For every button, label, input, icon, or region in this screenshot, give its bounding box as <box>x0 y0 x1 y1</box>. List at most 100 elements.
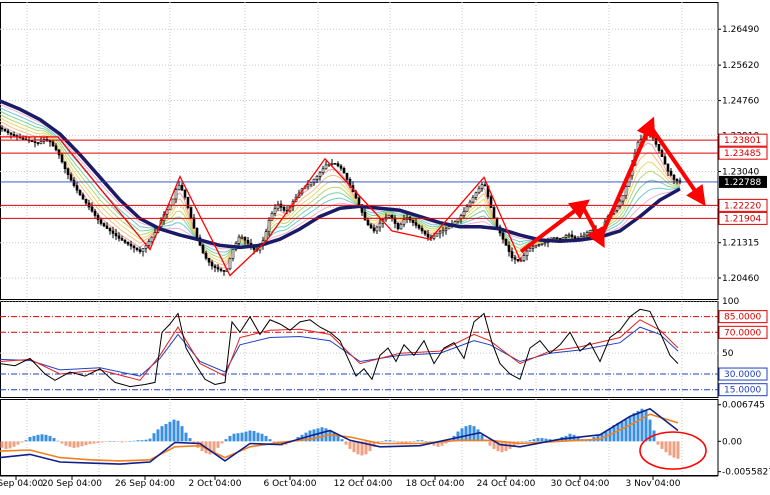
candle-body <box>33 141 37 143</box>
chart-canvas[interactable]: 1.264901.256201.247601.239101.230401.221… <box>0 0 770 495</box>
candle-body <box>123 240 127 243</box>
candle-body <box>30 140 34 143</box>
osc-bar <box>632 413 636 442</box>
candle-body <box>282 206 286 211</box>
candle-body <box>126 241 130 245</box>
osc-bar <box>84 441 88 446</box>
candle-body <box>369 224 373 229</box>
candle-body <box>84 198 88 204</box>
candle-body <box>183 190 187 198</box>
candle-body <box>444 228 448 231</box>
osc-tick-label-0: 0.006745 <box>722 401 765 411</box>
osc-bar <box>40 434 44 442</box>
candle-body <box>237 236 241 244</box>
osc-bar <box>128 441 132 442</box>
x-tick-label-8: 30 Oct 04:00 <box>551 479 610 489</box>
osc-bar <box>264 435 268 442</box>
candle-body <box>552 237 556 239</box>
osc-bar <box>0 441 4 448</box>
candle-body <box>435 233 439 237</box>
candle-body <box>402 219 406 225</box>
osc-bar <box>460 428 464 442</box>
candle-body <box>63 161 67 170</box>
candle-body <box>108 228 112 232</box>
osc-bar <box>36 434 40 442</box>
osc-bar <box>20 441 24 443</box>
candle-body <box>432 235 436 239</box>
candle-body <box>114 233 118 237</box>
candle-body <box>240 236 244 239</box>
osc-bar <box>80 441 84 447</box>
osc-bar <box>56 440 60 442</box>
osc-bar <box>260 433 264 442</box>
candle-body <box>579 236 583 239</box>
candle-body <box>120 238 124 241</box>
osc-bar <box>408 441 412 443</box>
level-tag-label-1: 1.23485 <box>724 149 761 159</box>
candle-body <box>135 247 139 251</box>
candle-body <box>72 179 76 186</box>
candle-body <box>66 168 70 176</box>
osc-bar <box>144 439 148 442</box>
osc-bar <box>528 440 532 442</box>
osc-bar <box>88 441 92 445</box>
osc-bar <box>524 441 528 442</box>
rsi-tick-label-0: 100 <box>722 297 739 307</box>
candle-body <box>99 219 103 224</box>
osc-bar <box>424 441 428 442</box>
candle-body <box>69 174 73 181</box>
candle-body <box>21 137 25 140</box>
candle-body <box>582 234 586 237</box>
trading-chart[interactable]: 1.264901.256201.247601.239101.230401.221… <box>0 0 770 495</box>
candle-body <box>396 223 400 230</box>
candle-body <box>654 137 658 145</box>
candle-body <box>243 236 247 241</box>
candle-body <box>558 238 562 240</box>
osc-bar <box>244 431 248 442</box>
candle-body <box>672 174 676 180</box>
rsi-level-label-4: 30.0000 <box>724 370 761 380</box>
osc-bar <box>104 441 108 442</box>
candle-body <box>366 219 370 226</box>
candle-body <box>399 223 403 230</box>
candle-body <box>501 232 505 240</box>
candle-body <box>363 212 367 221</box>
candle-body <box>96 215 100 221</box>
candle-body <box>495 217 499 228</box>
candle-body <box>333 163 337 165</box>
candle-body <box>150 236 154 243</box>
candle-body <box>375 226 379 232</box>
candle-body <box>573 236 577 239</box>
osc-bar <box>624 419 628 442</box>
candle-body <box>555 237 559 239</box>
price-tick-label-0: 1.26490 <box>722 25 759 35</box>
x-tick-label-4: 6 Oct 04:00 <box>264 479 317 489</box>
current-price-label: 1.22788 <box>724 178 761 188</box>
candle-body <box>246 239 250 244</box>
osc-bar <box>12 441 16 447</box>
candle-body <box>171 198 175 206</box>
candle-body <box>102 223 106 227</box>
candle-body <box>621 195 625 202</box>
osc-bar <box>388 440 392 442</box>
candle-body <box>330 163 334 165</box>
candle-body <box>51 141 55 147</box>
osc-bar <box>412 441 416 442</box>
osc-bar <box>656 441 660 445</box>
osc-bar <box>216 441 220 448</box>
candle-body <box>675 179 679 182</box>
osc-bar <box>168 421 172 442</box>
candle-body <box>417 225 421 229</box>
candle-body <box>525 250 529 256</box>
candle-body <box>54 145 58 151</box>
osc-bar <box>252 431 256 442</box>
candle-body <box>378 222 382 228</box>
osc-bar <box>232 433 236 442</box>
candle-body <box>387 214 391 218</box>
osc-tick-label-1: 0.00 <box>722 437 742 447</box>
osc-bar <box>136 440 140 442</box>
candle-body <box>372 227 376 232</box>
candle-body <box>81 194 85 200</box>
osc-bar <box>52 438 56 442</box>
osc-bar <box>620 421 624 442</box>
